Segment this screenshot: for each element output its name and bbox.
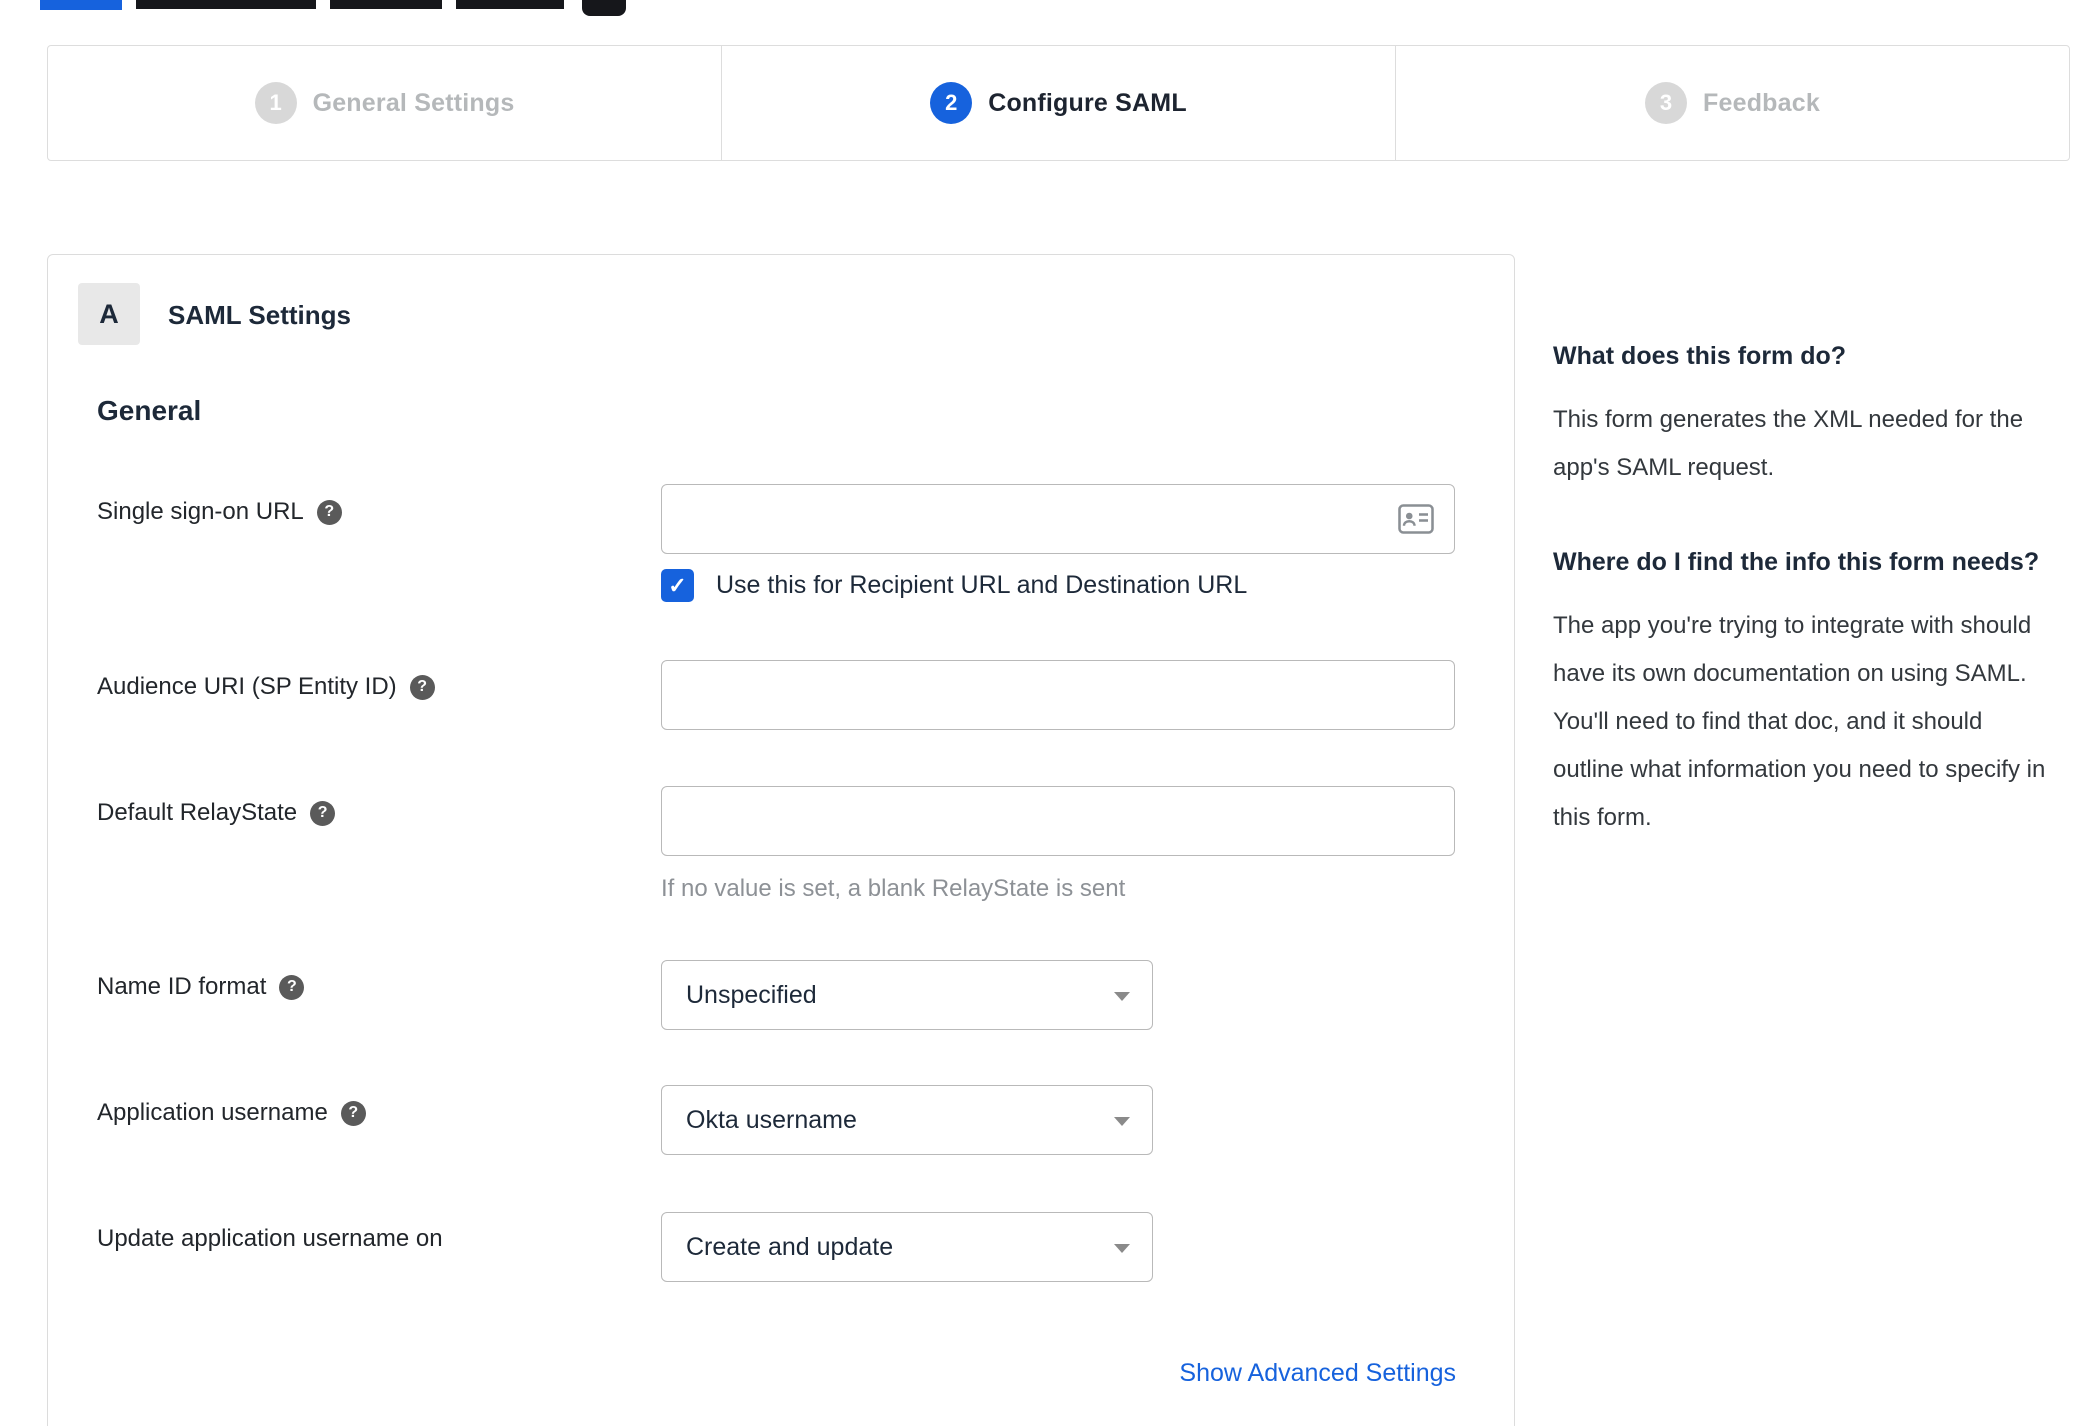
audience-uri-input[interactable] [661, 660, 1455, 730]
chevron-down-icon [1114, 1117, 1130, 1126]
help-answer-2: The app you're trying to integrate with … [1553, 612, 2046, 831]
step-label: Feedback [1703, 88, 1820, 117]
cutoff-header-title-fragment [136, 0, 316, 9]
saml-settings-panel: A SAML Settings General Single sign-on U… [47, 254, 1515, 1426]
help-icon[interactable]: ? [409, 674, 435, 700]
sso-url-input[interactable] [661, 484, 1455, 554]
sso-url-label-text: Single sign-on URL [97, 498, 304, 525]
recipient-url-checkbox[interactable]: ✓ [661, 569, 694, 602]
cutoff-header-link-fragment [40, 0, 122, 10]
help-answer-1: This form generates the XML needed for t… [1553, 406, 2024, 481]
step-label: General Settings [312, 88, 515, 117]
update-username-value: Create and update [686, 1232, 894, 1261]
help-icon[interactable]: ? [316, 499, 342, 525]
application-username-label-text: Application username [97, 1099, 328, 1126]
step-label: Configure SAML [988, 88, 1187, 117]
contact-card-icon[interactable] [1398, 504, 1434, 534]
help-question-2: Where do I find the info this form needs… [1553, 548, 2040, 576]
step-number-badge: 1 [254, 82, 297, 124]
application-username-value: Okta username [686, 1105, 857, 1134]
relay-state-hint: If no value is set, a blank RelayState i… [661, 875, 1126, 902]
sso-url-label: Single sign-on URL ? [97, 498, 342, 526]
step-number-badge: 2 [930, 82, 973, 124]
show-advanced-settings-link[interactable]: Show Advanced Settings [1179, 1359, 1456, 1388]
help-sidebar: What does this form do? This form genera… [1553, 332, 2058, 842]
help-icon[interactable]: ? [310, 800, 336, 826]
panel-title: SAML Settings [168, 300, 351, 330]
general-section-title: General [97, 395, 202, 426]
name-id-format-label: Name ID format ? [97, 973, 305, 1001]
audience-uri-label-text: Audience URI (SP Entity ID) [97, 673, 397, 700]
application-username-label: Application username ? [97, 1099, 366, 1127]
recipient-url-checkbox-row: ✓ Use this for Recipient URL and Destina… [661, 569, 1247, 602]
help-icon[interactable]: ? [340, 1100, 366, 1126]
help-icon[interactable]: ? [279, 974, 305, 1000]
wizard-stepper: 1 General Settings 2 Configure SAML 3 Fe… [47, 45, 2070, 161]
section-a-badge: A [78, 283, 140, 345]
name-id-format-label-text: Name ID format [97, 973, 267, 1000]
application-username-select[interactable]: Okta username [661, 1085, 1153, 1155]
help-question-1: What does this form do? [1553, 342, 1847, 370]
step-configure-saml[interactable]: 2 Configure SAML [721, 46, 1395, 160]
name-id-format-value: Unspecified [686, 980, 817, 1009]
update-username-label: Update application username on [97, 1225, 443, 1253]
update-username-label-text: Update application username on [97, 1225, 443, 1252]
name-id-format-select[interactable]: Unspecified [661, 960, 1153, 1030]
relay-state-input[interactable] [661, 786, 1455, 856]
step-number-badge: 3 [1645, 82, 1688, 124]
step-feedback[interactable]: 3 Feedback [1395, 46, 2069, 160]
audience-uri-label: Audience URI (SP Entity ID) ? [97, 673, 435, 701]
relay-state-label-text: Default RelayState [97, 799, 298, 826]
relay-state-label: Default RelayState ? [97, 799, 336, 827]
cutoff-header-title-fragment [456, 0, 564, 9]
configure-saml-page: { "icons": { "help": "?", "check": "✓" }… [0, 0, 2092, 1426]
step-general-settings[interactable]: 1 General Settings [48, 46, 721, 160]
chevron-down-icon [1114, 992, 1130, 1001]
cutoff-app-logo-fragment [582, 0, 626, 16]
update-username-select[interactable]: Create and update [661, 1212, 1153, 1282]
chevron-down-icon [1114, 1244, 1130, 1253]
recipient-url-checkbox-label: Use this for Recipient URL and Destinati… [716, 571, 1248, 599]
cutoff-header-title-fragment [330, 0, 442, 9]
